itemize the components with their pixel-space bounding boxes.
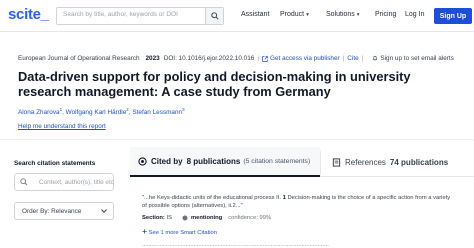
global-search-input[interactable]: Search by title, author, keywords or DOI	[56, 7, 224, 25]
cite-link[interactable]: Cite	[347, 55, 358, 62]
get-access-link[interactable]: Get access via publisher	[270, 55, 340, 62]
mentioning-dot-icon	[182, 215, 188, 221]
separator: |	[361, 55, 364, 62]
author-link[interactable]: Alona Zharova1	[18, 107, 62, 116]
order-by-select[interactable]: Order By: Relevance	[14, 202, 114, 220]
sign-up-button[interactable]: Sign Up	[434, 8, 472, 24]
author-link[interactable]: Wolfgang Karl Härdle2	[66, 107, 129, 116]
top-navbar: scite_ Search by title, author, keywords…	[0, 0, 474, 32]
publication-year: 2023	[145, 55, 160, 62]
article-meta-row: European Journal of Operational Research…	[18, 55, 454, 62]
article-title: Data-driven support for policy and decis…	[18, 69, 411, 99]
nav-solutions[interactable]: Solutions ▾	[326, 11, 360, 18]
nav-pricing[interactable]: Pricing	[375, 11, 396, 18]
bell-icon	[372, 56, 378, 61]
scite-logo[interactable]: scite_	[8, 6, 49, 23]
tab-references[interactable]: References 74 publications	[326, 147, 474, 177]
help-understand-link[interactable]: Help me understand this report	[18, 123, 106, 130]
confidence-score: confidence: 99%	[228, 215, 272, 221]
author-list: Alona Zharova1, Wolfgang Karl Härdle2, S…	[18, 107, 185, 117]
doi-text[interactable]: DOI: 10.1016/j.ejor.2022.10.016	[164, 55, 255, 62]
mentioning-badge[interactable]: mentioning	[182, 215, 222, 221]
journal-name[interactable]: European Journal of Operational Research	[18, 55, 140, 62]
plus-icon	[142, 229, 147, 234]
chevron-down-icon	[101, 209, 107, 213]
nav-assistant[interactable]: Assistant	[241, 11, 269, 18]
external-link-icon	[262, 55, 268, 62]
separator: |	[342, 55, 345, 62]
search-button[interactable]	[205, 8, 223, 24]
citation-tabs: Cited by 8 publications (5 citation statem…	[130, 147, 474, 177]
tab-cited-by[interactable]: Cited by 8 publications (5 citation statem…	[130, 147, 320, 177]
tab-divider	[320, 151, 321, 175]
separator: |	[257, 55, 259, 62]
order-by-value: Order By: Relevance	[22, 207, 82, 215]
section-divider	[0, 139, 474, 140]
search-icon	[20, 178, 28, 186]
citation-statement-card: "...he Keys-didactic units of the educat…	[130, 184, 474, 248]
global-search-placeholder: Search by title, author, keywords or DOI	[63, 11, 178, 18]
references-icon	[332, 157, 341, 167]
search-icon	[210, 12, 219, 20]
author-link[interactable]: Stefan Lessmann3	[132, 107, 184, 116]
sidebar-title: Search citation statements	[14, 160, 96, 167]
citation-search-input[interactable]: Context, author(s), title etc	[14, 173, 114, 191]
nav-log-in[interactable]: Log In	[405, 11, 424, 18]
citation-snippet: "...he Keys-didactic units of the educat…	[142, 195, 451, 210]
more-smart-citation-link[interactable]: See 1 more Smart Citation	[142, 229, 217, 236]
nav-product[interactable]: Product ▾	[280, 11, 309, 18]
next-citation-preview: ........................................…	[142, 242, 329, 248]
chevron-down-icon: ▾	[306, 12, 309, 18]
citation-search-placeholder: Context, author(s), title etc	[39, 178, 114, 186]
cited-by-icon	[138, 156, 147, 166]
citation-meta: Section: IS mentioning confidence: 99%	[142, 215, 272, 221]
email-alert-toggle[interactable]: Sign up to set email alerts	[372, 55, 454, 62]
chevron-down-icon: ▾	[356, 12, 360, 18]
